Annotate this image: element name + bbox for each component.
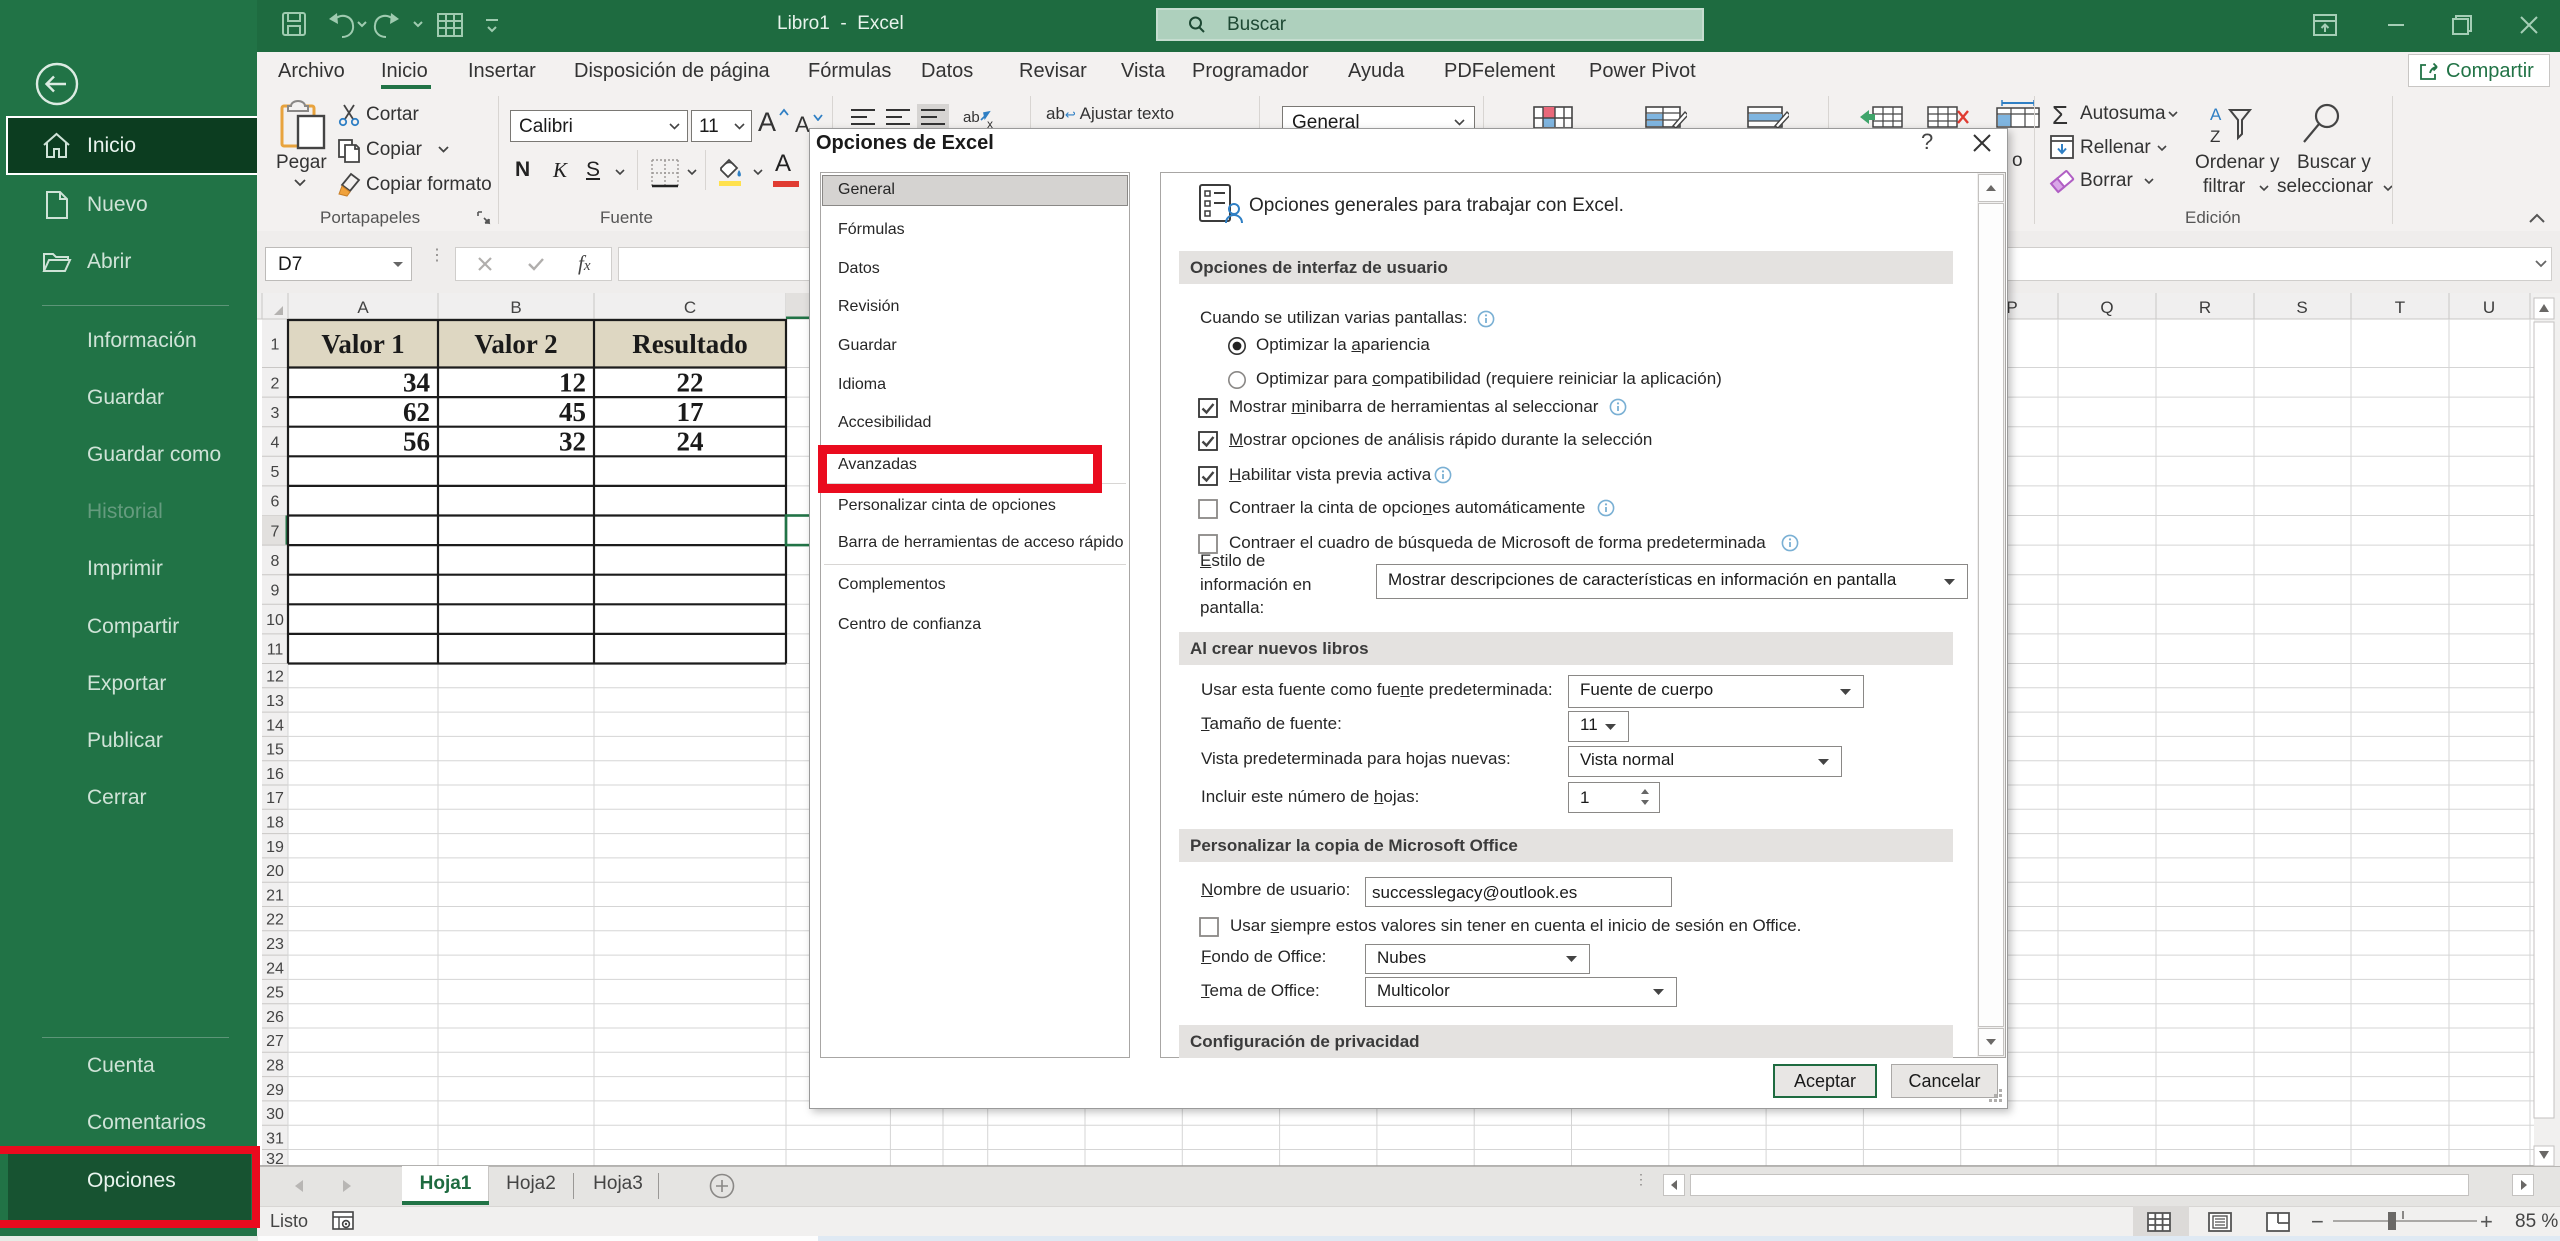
svg-text:2: 2	[271, 375, 280, 392]
svg-text:26: 26	[266, 1009, 284, 1026]
svg-text:17: 17	[266, 790, 284, 807]
svg-text:23: 23	[266, 936, 284, 953]
svg-text:Valor 2: Valor 2	[474, 329, 557, 359]
svg-text:34: 34	[403, 367, 430, 397]
svg-text:9: 9	[271, 583, 280, 600]
svg-text:12: 12	[266, 669, 284, 686]
svg-text:1: 1	[271, 336, 280, 353]
svg-text:S: S	[2296, 298, 2307, 317]
svg-text:32: 32	[559, 427, 586, 457]
svg-text:21: 21	[266, 887, 284, 904]
svg-text:18: 18	[266, 814, 284, 831]
svg-text:45: 45	[559, 397, 586, 427]
svg-text:22: 22	[677, 367, 704, 397]
svg-text:Resultado: Resultado	[632, 329, 748, 359]
svg-text:U: U	[2483, 298, 2495, 317]
svg-text:Valor 1: Valor 1	[321, 329, 404, 359]
svg-text:T: T	[2395, 298, 2405, 317]
svg-text:17: 17	[677, 397, 704, 427]
svg-text:Q: Q	[2100, 298, 2113, 317]
svg-text:56: 56	[403, 427, 430, 457]
svg-text:62: 62	[403, 397, 430, 427]
svg-text:29: 29	[266, 1082, 284, 1099]
svg-text:20: 20	[266, 863, 284, 880]
svg-text:12: 12	[559, 367, 586, 397]
svg-text:7: 7	[271, 523, 280, 540]
svg-text:30: 30	[266, 1106, 284, 1123]
svg-text:16: 16	[266, 766, 284, 783]
svg-text:19: 19	[266, 839, 284, 856]
svg-text:3: 3	[271, 405, 280, 422]
svg-text:28: 28	[266, 1057, 284, 1074]
svg-text:10: 10	[266, 612, 284, 629]
svg-text:P: P	[2006, 298, 2017, 317]
svg-text:8: 8	[271, 553, 280, 570]
svg-text:C: C	[684, 298, 696, 317]
svg-text:27: 27	[266, 1033, 284, 1050]
svg-text:13: 13	[266, 693, 284, 710]
svg-text:22: 22	[266, 912, 284, 929]
svg-text:B: B	[510, 298, 521, 317]
svg-text:11: 11	[267, 642, 284, 659]
svg-text:14: 14	[266, 717, 284, 734]
svg-text:R: R	[2199, 298, 2211, 317]
svg-text:15: 15	[266, 742, 284, 759]
svg-text:4: 4	[271, 435, 280, 452]
svg-text:5: 5	[271, 464, 280, 481]
svg-text:A: A	[357, 298, 369, 317]
svg-text:24: 24	[266, 960, 284, 977]
svg-text:25: 25	[266, 985, 284, 1002]
svg-text:24: 24	[677, 427, 704, 457]
svg-text:31: 31	[266, 1130, 284, 1147]
svg-text:6: 6	[271, 494, 280, 511]
